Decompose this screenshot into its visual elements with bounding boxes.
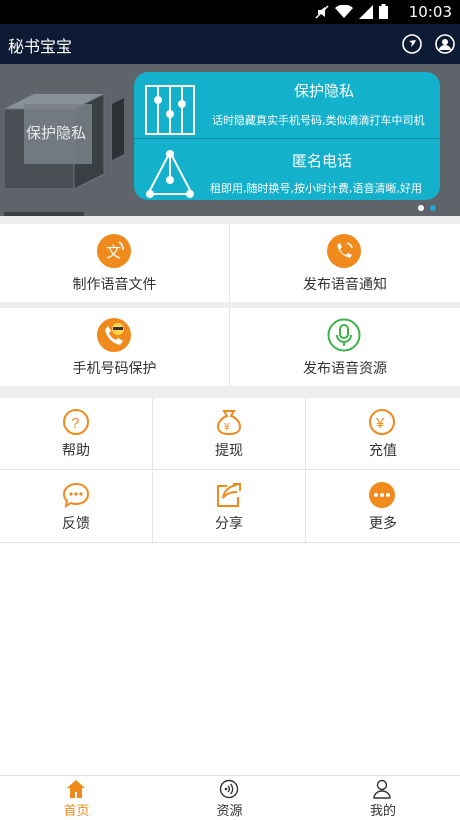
card-title-privacy: 保护隐私 (294, 82, 355, 100)
help-label: 帮助 (62, 443, 90, 459)
banner-pager (418, 205, 436, 211)
card-title-anonymous: 匿名电话 (292, 152, 353, 170)
cube-label: 保护隐私 (26, 125, 86, 142)
make-voice-file-label: 制作语音文件 (72, 277, 157, 293)
status-time: 10:03 (408, 3, 452, 21)
equalizer-icon (145, 85, 195, 135)
publish-voice-resource-label: 发布语音资源 (303, 361, 387, 377)
mic-icon (327, 318, 361, 352)
svg-text:文: 文 (106, 244, 121, 261)
privacy-cube-illustration: 保护隐私 (4, 93, 124, 216)
feature-card[interactable]: 保护隐私 话时隐藏真实手机号码,类似滴滴打车中司机 匿名电话 租即用,随时换号,… (134, 72, 440, 200)
svg-text:¥: ¥ (223, 422, 230, 433)
tab-resource-label: 资源 (216, 804, 243, 819)
tab-profile[interactable]: 我的 (306, 776, 460, 820)
more-icon (369, 482, 395, 508)
dial-icon (402, 34, 422, 54)
help-icon: ? (63, 409, 89, 435)
network-icon (146, 149, 194, 198)
bottom-tab-bar: 首页 资源 我的 (0, 775, 460, 819)
wifi-icon (335, 4, 353, 18)
publish-voice-notice-label: 发布语音通知 (303, 277, 387, 293)
share-icon (217, 483, 241, 507)
battery-icon (379, 4, 388, 19)
recharge-label: 充值 (369, 443, 397, 459)
pager-dot (418, 205, 424, 211)
profile-icon (373, 779, 391, 799)
tab-home[interactable]: 首页 (0, 776, 153, 820)
pager-dot (430, 205, 436, 211)
recharge-button[interactable]: ¥ 充值 (306, 398, 460, 470)
app-title: 秘书宝宝 (8, 37, 73, 56)
mute-icon (315, 4, 329, 19)
share-button[interactable]: 分享 (153, 471, 306, 543)
feedback-icon (62, 482, 90, 509)
publish-voice-notice-button[interactable]: 发布语音通知 (230, 224, 460, 304)
primary-row-2: 手机号码保护 发布语音资源 (0, 308, 460, 388)
feedback-button[interactable]: 反馈 (0, 471, 153, 543)
recharge-icon: ¥ (369, 409, 395, 435)
primary-row-1: 文 制作语音文件 发布语音通知 (0, 224, 460, 304)
promo-banner[interactable]: 保护隐私 保护隐私 话时隐藏真实手机号码,类似滴滴打车中司机 匿名电话 租即用,… (0, 64, 460, 216)
resource-icon (219, 779, 239, 799)
dial-button[interactable] (401, 33, 423, 55)
voice-notice-icon (327, 234, 361, 268)
feedback-label: 反馈 (62, 516, 90, 532)
make-voice-file-button[interactable]: 文 制作语音文件 (0, 224, 230, 304)
grid-row-2: 反馈 分享 更多 (0, 471, 460, 543)
card-subtitle-anonymous: 租即用,随时换号,按小时计费,语音清晰,好用 (210, 182, 422, 195)
status-bar: 10:03 (0, 0, 460, 24)
grid-row-1: ? 帮助 ¥ 提现 ¥ 充值 (0, 398, 460, 470)
card-divider (134, 138, 440, 139)
phone-protect-icon (97, 318, 131, 352)
tab-home-label: 首页 (63, 804, 90, 819)
voice-file-icon: 文 (97, 234, 131, 268)
withdraw-label: 提现 (215, 443, 243, 459)
phone-protect-label: 手机号码保护 (72, 361, 157, 377)
user-icon (435, 34, 455, 54)
section-gap (0, 386, 460, 398)
share-label: 分享 (215, 516, 243, 532)
withdraw-button[interactable]: ¥ 提现 (153, 398, 306, 470)
withdraw-icon: ¥ (216, 410, 242, 436)
home-icon (67, 780, 85, 798)
help-button[interactable]: ? 帮助 (0, 398, 153, 470)
card-subtitle-privacy: 话时隐藏真实手机号码,类似滴滴打车中司机 (212, 114, 425, 127)
more-label: 更多 (369, 516, 397, 532)
signal-icon (359, 4, 373, 19)
tab-profile-label: 我的 (369, 804, 396, 819)
tab-resource[interactable]: 资源 (153, 776, 306, 820)
publish-voice-resource-button[interactable]: 发布语音资源 (230, 308, 460, 388)
more-button[interactable]: 更多 (306, 471, 460, 543)
user-button[interactable] (434, 33, 456, 55)
svg-text:?: ? (71, 415, 79, 432)
app-bar: 秘书宝宝 (0, 24, 460, 64)
status-icons (315, 4, 388, 19)
section-gap (0, 216, 460, 224)
phone-protect-button[interactable]: 手机号码保护 (0, 308, 230, 388)
svg-text:¥: ¥ (375, 415, 385, 432)
